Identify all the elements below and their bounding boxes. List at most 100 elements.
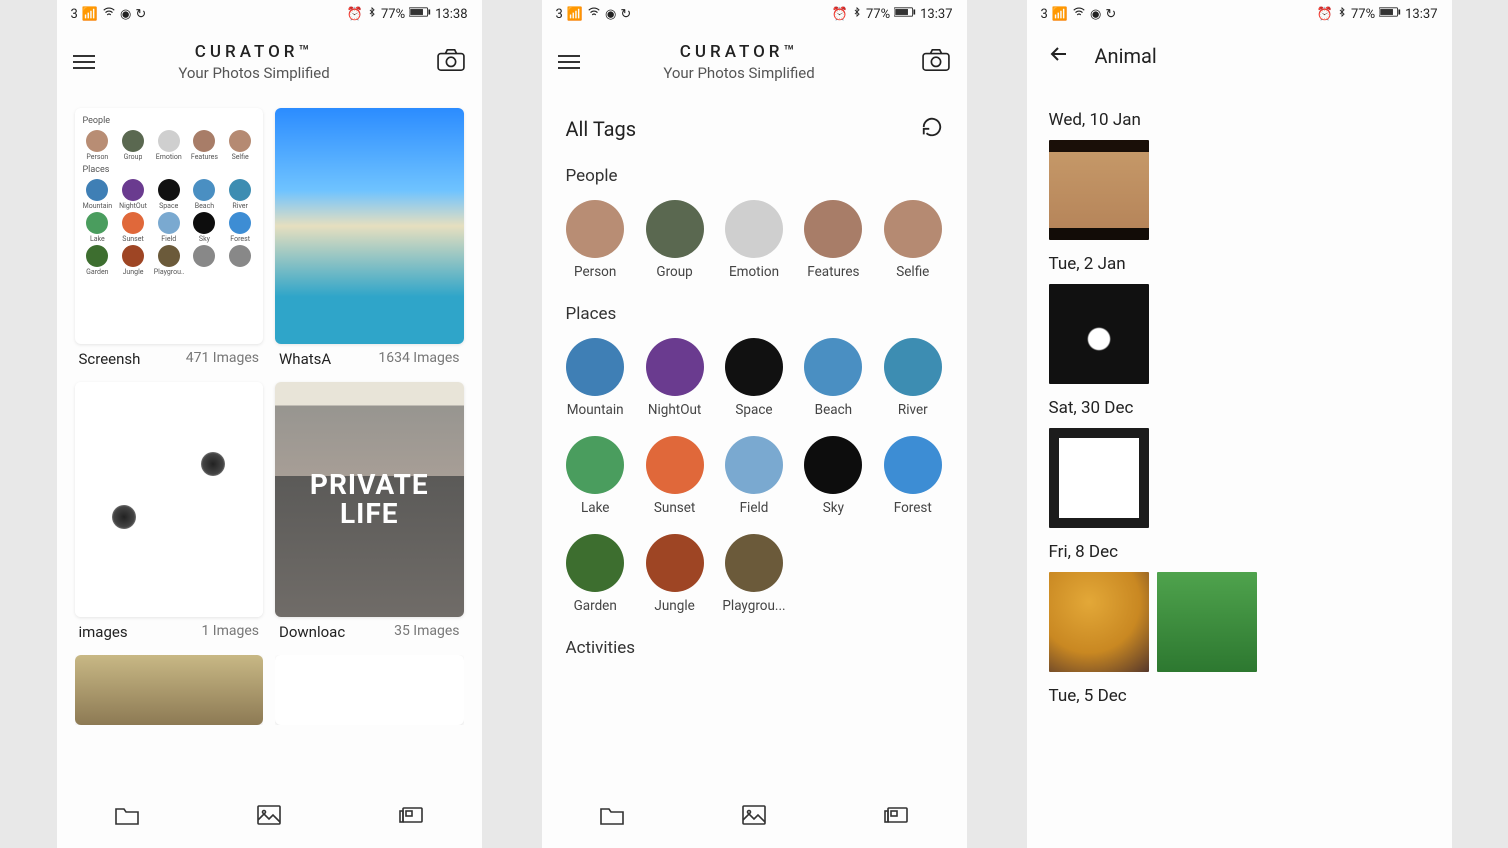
extra-icon: ↻ [620, 7, 631, 22]
folder-name: Screensh [79, 350, 141, 368]
status-bar: 3 📶 ◉ ↻ ⏰ 77% 13:37 [1027, 0, 1452, 26]
wifi-icon [587, 5, 601, 23]
tag-selfie[interactable]: Selfie [877, 200, 948, 280]
folder-item[interactable]: WhatsA 1634 Images [275, 108, 464, 372]
folder-item[interactable]: PRIVATELIFE Downloac 35 Images [275, 382, 464, 646]
folder-count: 35 Images [394, 623, 459, 641]
folder-count: 1 Images [201, 623, 259, 641]
photo-thumb[interactable] [1157, 572, 1257, 672]
folder-item[interactable] [75, 655, 264, 725]
tag-label: Sunset [654, 500, 695, 516]
nav-folders-icon[interactable] [598, 801, 626, 833]
tag-playgrou...[interactable]: Playgrou... [718, 534, 789, 614]
nav-photos-icon[interactable] [255, 801, 283, 833]
photo-thumb[interactable] [1049, 284, 1149, 384]
clock-label: 13:38 [435, 7, 467, 22]
status-bar: 3 📶 ◉ ↻ ⏰ 77% 13:38 [57, 0, 482, 26]
tag-lake[interactable]: Lake [560, 436, 631, 516]
camera-icon[interactable] [921, 48, 951, 76]
tag-group[interactable]: Group [639, 200, 710, 280]
tag-forest[interactable]: Forest [877, 436, 948, 516]
phone-screen-detail: 3 📶 ◉ ↻ ⏰ 77% 13:37 Animal Wed, 10 JanTu… [1027, 0, 1452, 848]
sync-icon: ◉ [1090, 7, 1101, 22]
tag-label: Sky [823, 500, 844, 516]
clock-label: 13:37 [920, 7, 952, 22]
tag-thumb [725, 534, 783, 592]
tag-field[interactable]: Field [718, 436, 789, 516]
date-label: Sat, 30 Dec [1049, 398, 1430, 418]
tag-sunset[interactable]: Sunset [639, 436, 710, 516]
sync-icon: ◉ [605, 7, 616, 22]
photo-list: Wed, 10 JanTue, 2 JanSat, 30 DecFri, 8 D… [1027, 86, 1452, 848]
tag-jungle[interactable]: Jungle [639, 534, 710, 614]
folder-count: 1634 Images [378, 350, 459, 368]
nav-slides-icon[interactable] [397, 801, 425, 833]
folder-name: images [79, 623, 128, 641]
tag-sky[interactable]: Sky [798, 436, 869, 516]
clock-label: 13:37 [1405, 7, 1437, 22]
alarm-icon: ⏰ [347, 7, 363, 22]
battery-icon [894, 6, 916, 22]
tag-thumb [566, 338, 624, 396]
tag-mountain[interactable]: Mountain [560, 338, 631, 418]
app-subtitle: Your Photos Simplified [558, 64, 921, 82]
folders-grid: PeoplePersonGroupEmotionFeaturesSelfiePl… [57, 98, 482, 786]
photo-row [1049, 140, 1430, 240]
signal-icon: 📶 [82, 7, 98, 22]
section-places: Places [542, 290, 967, 334]
tag-thumb [884, 436, 942, 494]
tag-space[interactable]: Space [718, 338, 789, 418]
phone-screen-tags: 3 📶 ◉ ↻ ⏰ 77% 13:37 CURATOR™ Your Photos… [542, 0, 967, 848]
date-label: Fri, 8 Dec [1049, 542, 1430, 562]
camera-icon[interactable] [436, 48, 466, 76]
tag-label: Jungle [654, 598, 694, 614]
section-people: People [542, 152, 967, 196]
extra-icon: ↻ [1105, 7, 1116, 22]
nav-slides-icon[interactable] [882, 801, 910, 833]
photo-thumb[interactable] [1049, 428, 1149, 528]
tag-thumb [646, 200, 704, 258]
signal-icon: 📶 [567, 7, 583, 22]
tag-label: Group [656, 264, 692, 280]
photo-thumb[interactable] [1049, 572, 1149, 672]
refresh-icon[interactable] [921, 116, 943, 142]
app-title: CURATOR™ [73, 42, 436, 62]
nav-photos-icon[interactable] [740, 801, 768, 833]
app-title-block: CURATOR™ Your Photos Simplified [73, 42, 436, 82]
tag-label: Playgrou... [722, 598, 785, 614]
all-tags-title: All Tags [566, 117, 637, 141]
tag-label: Forest [894, 500, 932, 516]
section-activities: Activities [542, 624, 967, 668]
tag-thumb [804, 436, 862, 494]
back-icon[interactable] [1047, 42, 1071, 70]
nav-folders-icon[interactable] [113, 801, 141, 833]
tag-emotion[interactable]: Emotion [718, 200, 789, 280]
tag-thumb [646, 534, 704, 592]
sync-icon: ◉ [120, 7, 131, 22]
folder-item[interactable] [275, 655, 464, 725]
tag-beach[interactable]: Beach [798, 338, 869, 418]
photo-thumb[interactable] [1049, 140, 1149, 240]
carrier-label: 3 [71, 7, 78, 22]
alarm-icon: ⏰ [1317, 7, 1333, 22]
battery-icon [1379, 6, 1401, 22]
wifi-icon [1072, 5, 1086, 23]
tag-river[interactable]: River [877, 338, 948, 418]
tag-nightout[interactable]: NightOut [639, 338, 710, 418]
tag-features[interactable]: Features [798, 200, 869, 280]
app-bar: CURATOR™ Your Photos Simplified [542, 26, 967, 98]
folder-item[interactable]: images 1 Images [75, 382, 264, 646]
folder-item[interactable]: PeoplePersonGroupEmotionFeaturesSelfiePl… [75, 108, 264, 372]
bluetooth-icon [367, 5, 377, 23]
tag-label: Mountain [567, 402, 624, 418]
tag-label: Beach [815, 402, 852, 418]
app-bar: CURATOR™ Your Photos Simplified [57, 26, 482, 98]
folder-name: WhatsA [279, 350, 331, 368]
extra-icon: ↻ [135, 7, 146, 22]
battery-pct: 77% [866, 7, 890, 22]
tag-person[interactable]: Person [560, 200, 631, 280]
tag-garden[interactable]: Garden [560, 534, 631, 614]
bottom-nav [542, 786, 967, 848]
bluetooth-icon [1337, 5, 1347, 23]
tag-label: Person [574, 264, 616, 280]
